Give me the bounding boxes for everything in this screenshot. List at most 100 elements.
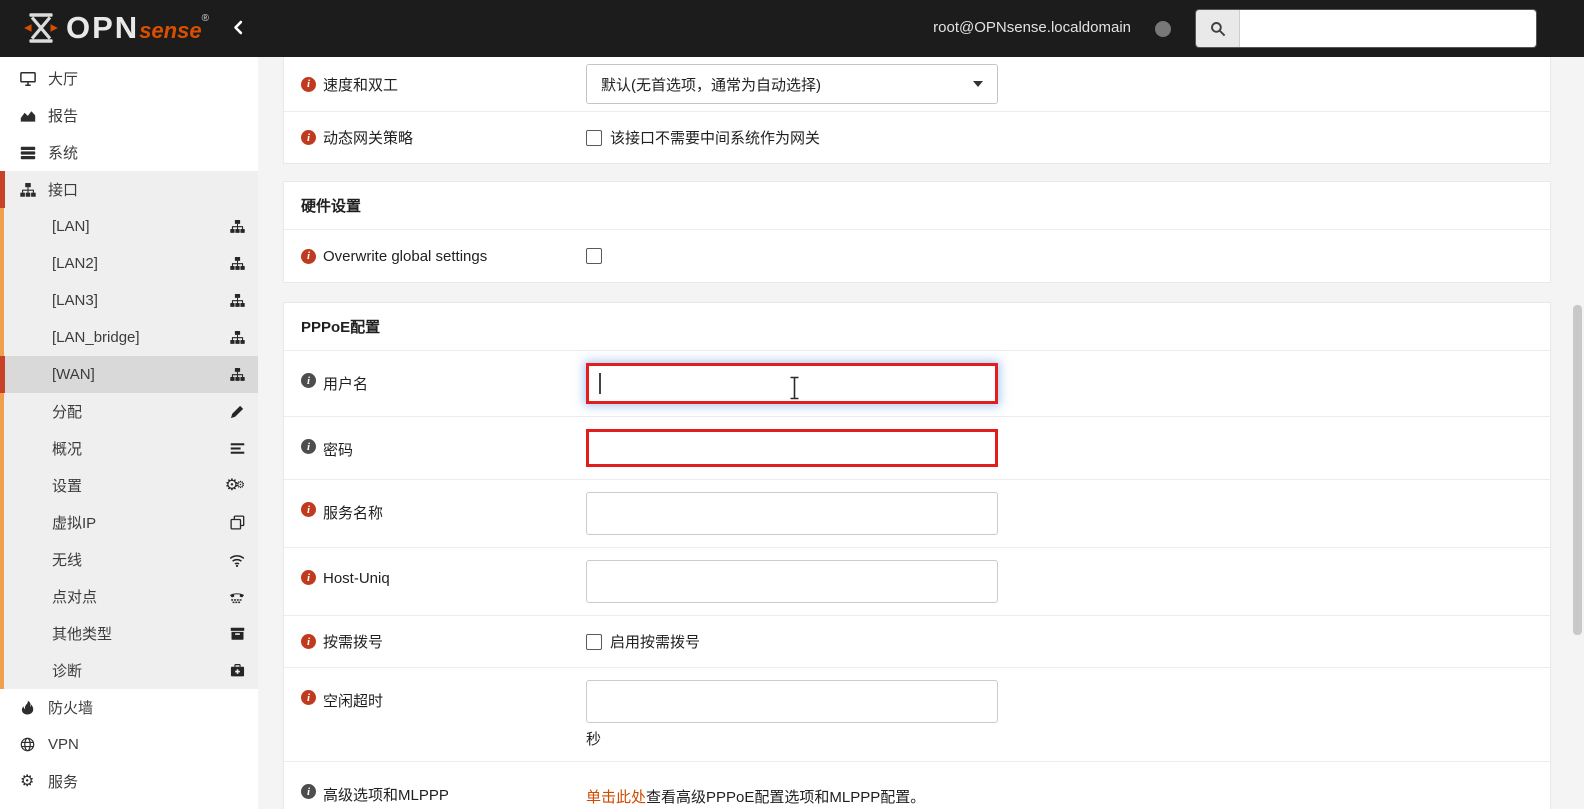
info-icon[interactable] [301, 784, 316, 799]
sidebar-item-label: 系统 [48, 145, 79, 162]
sidebar-item-point-to-point[interactable]: 点对点 [0, 578, 258, 615]
info-icon[interactable] [301, 634, 316, 649]
gateway-policy-checkbox[interactable] [586, 129, 602, 146]
sitemap-icon [230, 256, 245, 271]
checkbox-label: 启用按需拨号 [610, 634, 701, 651]
section-title: 硬件设置 [284, 182, 1550, 230]
field-label: 空闲超时 [323, 693, 384, 710]
advanced-help-text: 单击此处查看高级PPPoE配置选项和MLPPP配置。 [586, 774, 925, 807]
sidebar-item-firewall[interactable]: 防火墙 [0, 689, 258, 726]
service-name-input[interactable] [586, 492, 998, 535]
caret-down-icon [973, 81, 983, 87]
info-icon[interactable] [301, 439, 316, 454]
info-icon[interactable] [301, 373, 316, 388]
sidebar-item-assignments[interactable]: 分配 [0, 393, 258, 430]
sidebar-item-diagnostics[interactable]: 诊断 [0, 652, 258, 689]
sidebar-item-lan3[interactable]: [LAN3] [0, 282, 258, 319]
field-label: 服务名称 [323, 505, 384, 522]
sitemap-icon [230, 219, 245, 234]
sidebar-subitem-label: 虚拟IP [52, 515, 97, 532]
field-label: 速度和双工 [323, 76, 399, 94]
archive-icon [230, 626, 245, 641]
field-label: 高级选项和MLPPP [323, 787, 449, 804]
advanced-text: 查看高级PPPoE配置选项和MLPPP配置。 [646, 789, 926, 806]
info-icon[interactable] [301, 130, 316, 145]
sidebar-item-overview[interactable]: 概况 [0, 430, 258, 467]
idle-timeout-input[interactable] [586, 680, 998, 723]
form-row-password: 密码 [284, 416, 1550, 479]
field-label: 密码 [323, 442, 354, 459]
main-content: 速度和双工 默认(无首选项，通常为自动选择) 动态网关策略 该接口不需要中间系统… [258, 57, 1584, 809]
sidebar-subitem-label: [LAN2] [52, 255, 98, 272]
sidebar-item-lan2[interactable]: [LAN2] [0, 245, 258, 282]
sitemap-icon [230, 330, 245, 345]
sidebar-item-lan-bridge[interactable]: [LAN_bridge] [0, 319, 258, 356]
sidebar-item-services[interactable]: ⚙ 服务 [0, 763, 258, 800]
sitemap-icon [230, 367, 245, 382]
info-icon[interactable] [301, 76, 316, 92]
sidebar-subitem-label: 点对点 [52, 589, 98, 606]
select-value: 默认(无首选项，通常为自动选择) [601, 76, 821, 94]
field-label: 动态网关策略 [323, 130, 414, 147]
info-icon[interactable] [301, 502, 316, 517]
sidebar-subitem-label: 概况 [52, 441, 83, 458]
brand-opn: OPN [66, 10, 140, 45]
password-input[interactable] [586, 429, 998, 467]
registered-mark: ® [201, 13, 209, 24]
hourglass-logo-icon [22, 9, 60, 52]
sidebar-subitem-label: 无线 [52, 552, 83, 569]
overwrite-global-checkbox[interactable] [586, 248, 602, 264]
chart-area-icon [20, 108, 46, 124]
chevron-left-icon [231, 20, 246, 40]
sidebar-item-label: 防火墙 [48, 700, 94, 717]
sidebar-item-other-types[interactable]: 其他类型 [0, 615, 258, 652]
sidebar-item-wan[interactable]: [WAN] [0, 356, 258, 393]
text-caret [599, 373, 601, 394]
pencil-icon [230, 404, 245, 419]
overview-icon [230, 441, 245, 456]
sidebar-item-lan[interactable]: [LAN] [0, 208, 258, 245]
pppoe-config-card: PPPoE配置 用户名 密码 [283, 302, 1551, 809]
sidebar-item-lobby[interactable]: 大厅 [0, 60, 258, 97]
host-uniq-input[interactable] [586, 560, 998, 603]
sidebar-item-system[interactable]: 系统 [0, 134, 258, 171]
status-dot [1155, 21, 1171, 37]
sidebar-item-wireless[interactable]: 无线 [0, 541, 258, 578]
scrollbar-thumb[interactable] [1573, 305, 1582, 635]
sidebar-nav: 大厅 报告 系统 接口 [LAN] [LAN2] [LAN3] [LAN_bri… [0, 57, 258, 809]
search-input[interactable] [1240, 10, 1536, 47]
advanced-options-link[interactable]: 单击此处 [586, 789, 646, 806]
checkbox-label: 该接口不需要中间系统作为网关 [610, 130, 821, 147]
sidebar-subitem-label: [LAN3] [52, 292, 98, 309]
sidebar-subitem-label: 其他类型 [52, 626, 113, 643]
sidebar-subitem-label: [LAN_bridge] [52, 329, 140, 346]
form-row-service-name: 服务名称 [284, 479, 1550, 547]
info-icon[interactable] [301, 690, 316, 705]
opnsense-logo[interactable]: OPN sense ® [22, 9, 209, 53]
sidebar-item-virtual-ip[interactable]: 虚拟IP [0, 504, 258, 541]
sidebar-item-settings[interactable]: 设置 ⚙ ⚙ [0, 467, 258, 504]
speed-duplex-select[interactable]: 默认(无首选项，通常为自动选择) [586, 64, 998, 104]
form-row-overwrite-global: Overwrite global settings [284, 230, 1550, 282]
sidebar-collapse-button[interactable] [231, 19, 246, 41]
sidebar-subitem-label: 设置 [52, 478, 83, 495]
sidebar-item-reporting[interactable]: 报告 [0, 97, 258, 134]
info-icon[interactable] [301, 248, 316, 264]
hardware-settings-card: 硬件设置 Overwrite global settings [283, 181, 1551, 283]
sitemap-icon [20, 182, 46, 198]
sidebar-item-interfaces[interactable]: 接口 [0, 171, 258, 208]
top-bar: OPN sense ® root@OPNsense.localdomain [0, 0, 1584, 57]
search-icon [1196, 10, 1240, 47]
sidebar-subitem-label: 诊断 [52, 663, 83, 680]
gear-icon: ⚙ [20, 772, 35, 790]
info-icon[interactable] [301, 570, 316, 585]
mouse-cursor [789, 376, 800, 405]
section-title: PPPoE配置 [284, 303, 1550, 351]
dial-on-demand-checkbox[interactable] [586, 633, 602, 650]
server-icon [20, 145, 46, 161]
sidebar-item-label: 接口 [48, 182, 79, 199]
logged-in-user[interactable]: root@OPNsense.localdomain [933, 19, 1131, 36]
sidebar-item-vpn[interactable]: VPN [0, 726, 258, 763]
sidebar-item-label: 大厅 [48, 71, 79, 88]
unit-suffix: 秒 [586, 731, 602, 748]
